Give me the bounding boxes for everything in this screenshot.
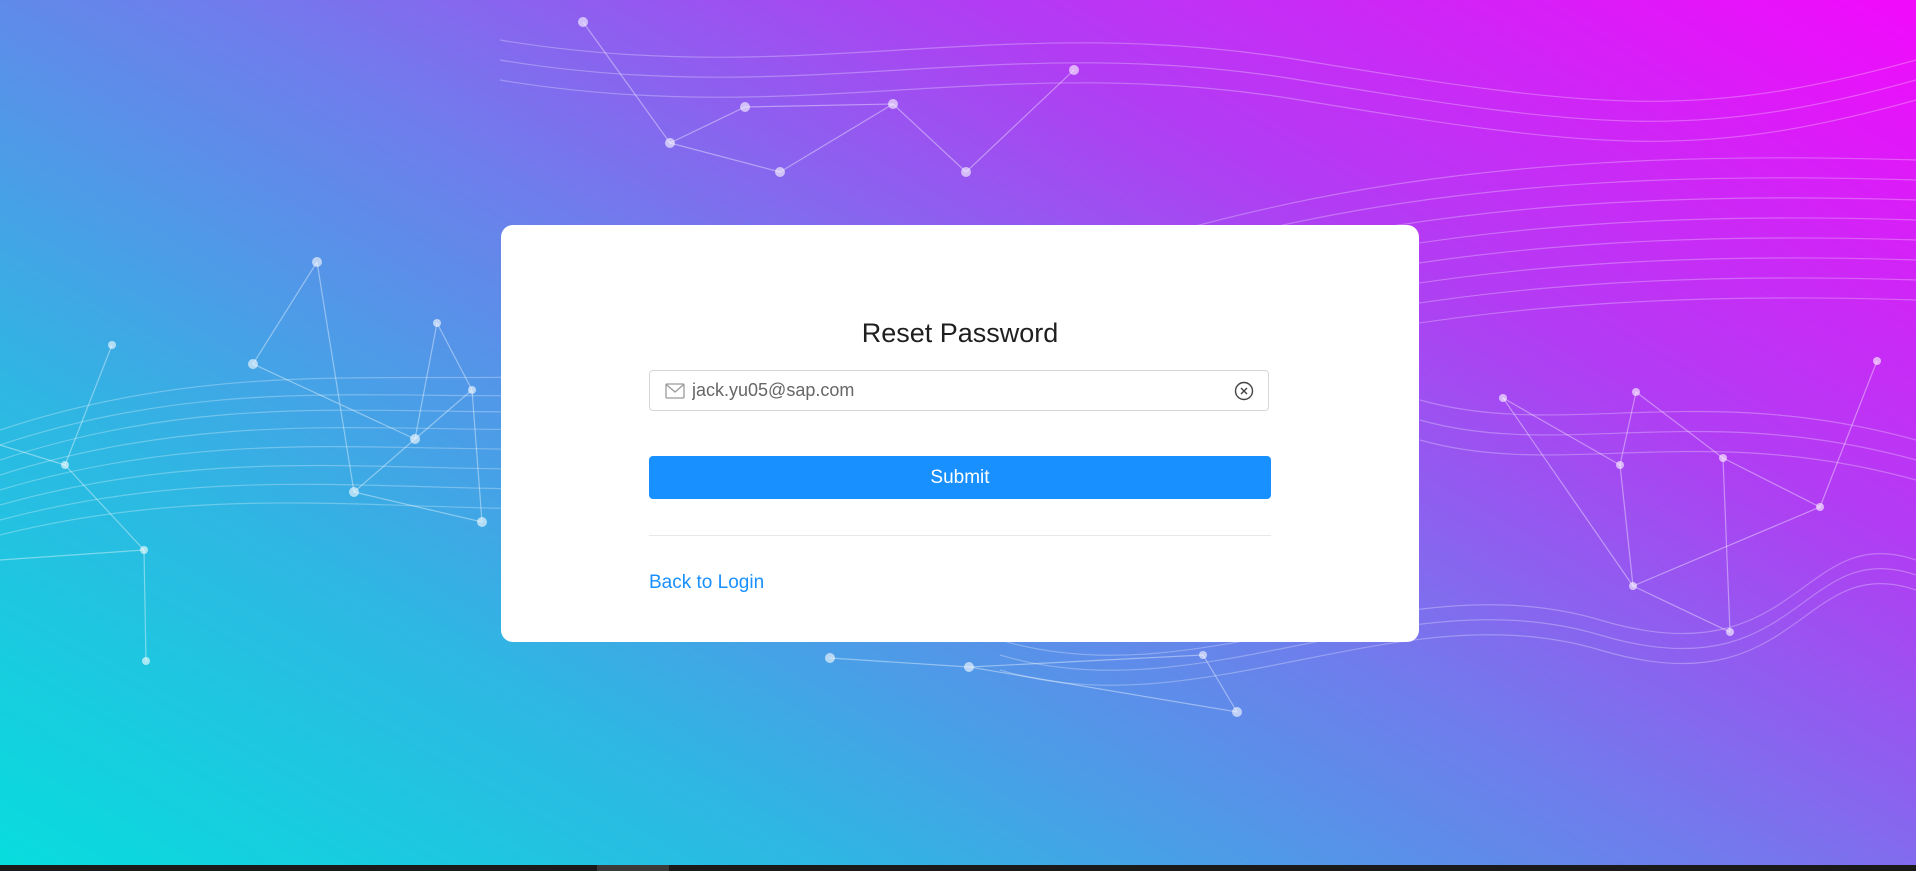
divider — [649, 535, 1271, 536]
mail-icon — [665, 383, 685, 399]
bottom-bar — [0, 865, 1916, 871]
email-input[interactable] — [692, 371, 1212, 410]
bottom-bar-segment — [597, 865, 669, 871]
back-to-login-link[interactable]: Back to Login — [649, 571, 764, 595]
clear-circle-icon[interactable] — [1234, 381, 1254, 401]
reset-password-card: Reset Password Submit Back to Login — [501, 225, 1419, 642]
email-field[interactable] — [649, 370, 1269, 411]
page-title: Reset Password — [861, 318, 1059, 348]
submit-button[interactable]: Submit — [649, 456, 1271, 499]
